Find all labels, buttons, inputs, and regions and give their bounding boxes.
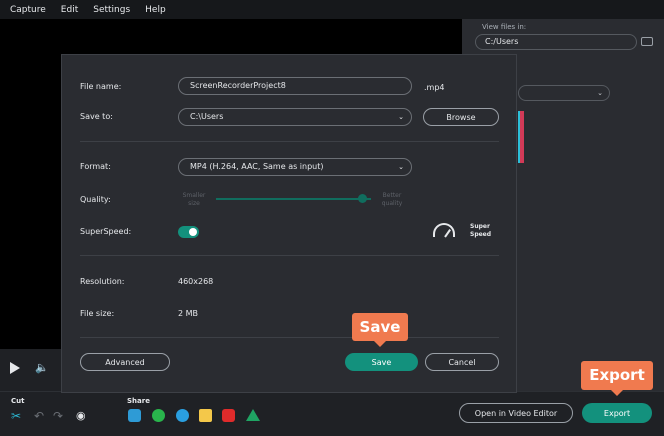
quality-slider-track[interactable] <box>216 198 371 200</box>
recording-thumbnail[interactable] <box>518 111 524 163</box>
save-callout: Save <box>352 313 408 347</box>
whatsapp-icon[interactable] <box>152 409 165 422</box>
superspeed-gauge-icon <box>433 223 455 238</box>
menu-bar: Capture Edit Settings Help <box>0 0 664 19</box>
scissors-icon[interactable]: ✂ <box>11 409 21 423</box>
menu-settings[interactable]: Settings <box>93 5 130 15</box>
divider <box>80 255 499 256</box>
format-select[interactable]: MP4 (H.264, AAC, Same as input) ⌄ <box>178 158 412 176</box>
drive-icon[interactable] <box>246 409 260 421</box>
camera-icon[interactable]: ◉ <box>76 409 86 423</box>
superspeed-toggle[interactable] <box>178 226 199 238</box>
telegram-icon[interactable] <box>176 409 189 422</box>
export-dialog: File name: ScreenRecorderProject8 .mp4 S… <box>61 54 517 393</box>
superspeed-label: SuperSpeed: <box>80 227 132 236</box>
cut-label: Cut <box>11 397 25 405</box>
view-files-path[interactable]: C:/Users <box>475 34 637 50</box>
chevron-down-icon: ⌄ <box>597 89 603 97</box>
superspeed-badge: Super Speed <box>470 223 492 238</box>
resolution-label: Resolution: <box>80 277 125 286</box>
toggle-knob <box>189 228 197 236</box>
undo-icon[interactable]: ↶ <box>34 409 44 423</box>
file-size-label: File size: <box>80 309 115 318</box>
share-label: Share <box>127 397 150 405</box>
divider <box>80 337 499 338</box>
right-dropdown[interactable]: ⌄ <box>518 85 610 101</box>
format-value: MP4 (H.264, AAC, Same as input) <box>190 162 324 171</box>
divider <box>80 141 499 142</box>
quality-high-label: Better quality <box>381 192 403 207</box>
file-icon[interactable] <box>199 409 212 422</box>
view-files-label: View files in: <box>482 23 527 31</box>
save-to-value: C:\Users <box>190 112 224 121</box>
save-button[interactable]: Save <box>345 353 418 371</box>
menu-help[interactable]: Help <box>145 5 166 15</box>
save-to-select[interactable]: C:\Users ⌄ <box>178 108 412 126</box>
redo-icon[interactable]: ↷ <box>53 409 63 423</box>
volume-icon[interactable]: 🔈 <box>35 361 49 374</box>
open-in-video-editor-button[interactable]: Open in Video Editor <box>459 403 573 423</box>
menu-edit[interactable]: Edit <box>61 5 78 15</box>
save-to-label: Save to: <box>80 112 113 121</box>
chevron-down-icon: ⌄ <box>398 113 404 121</box>
youtube-icon[interactable] <box>222 409 235 422</box>
file-extension: .mp4 <box>424 83 445 92</box>
advanced-button[interactable]: Advanced <box>80 353 170 371</box>
export-callout: Export <box>581 361 653 396</box>
quality-low-label: Smaller size <box>182 192 206 207</box>
quality-label: Quality: <box>80 195 111 204</box>
resolution-value: 460x268 <box>178 277 214 286</box>
cancel-button[interactable]: Cancel <box>425 353 499 371</box>
file-name-input[interactable]: ScreenRecorderProject8 <box>178 77 412 95</box>
quality-slider-handle[interactable] <box>358 194 368 203</box>
format-label: Format: <box>80 162 111 171</box>
file-name-label: File name: <box>80 82 122 91</box>
play-icon[interactable] <box>10 362 20 374</box>
browse-button[interactable]: Browse <box>423 108 499 126</box>
export-button[interactable]: Export <box>582 403 652 423</box>
chevron-down-icon: ⌄ <box>398 163 404 171</box>
file-size-value: 2 MB <box>178 309 199 318</box>
cloud-icon[interactable] <box>128 409 141 422</box>
menu-capture[interactable]: Capture <box>10 5 46 15</box>
folder-icon[interactable] <box>641 37 653 46</box>
